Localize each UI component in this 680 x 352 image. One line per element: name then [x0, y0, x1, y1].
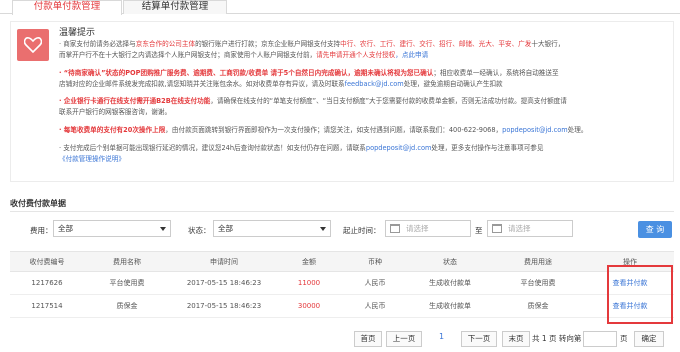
fee-select-value: 全部: [58, 224, 73, 233]
table-row: 1217514 质保金 2017-05-15 18:46:23 30000 人民…: [10, 294, 674, 318]
cell-status: 生成收付款单: [410, 271, 490, 295]
status-select[interactable]: 全部: [213, 220, 331, 237]
cell-purpose: 质保金: [490, 294, 586, 318]
status-select-value: 全部: [218, 224, 233, 233]
col-header: 收付费编号: [10, 251, 84, 272]
notice-line-5: · 企业银行卡通行在线支付需开通B2B在线支付功能，请确保在线支付的“单笔支付额…: [59, 97, 567, 105]
col-header: 金额: [278, 251, 340, 272]
fee-label: 费用：: [30, 226, 53, 235]
start-date-placeholder: 请选择: [406, 224, 429, 233]
cell-fee-name: 平台使用费: [84, 271, 170, 295]
chevron-down-icon: [160, 227, 166, 231]
cell-fee-name: 质保金: [84, 294, 170, 318]
feedback-email-link[interactable]: feedback@jd.com: [345, 80, 404, 88]
operation-guide-link[interactable]: 《付款管理操作说明》: [59, 155, 125, 163]
page-total-text: 共 1 页 转向第: [532, 334, 582, 343]
col-header: 币种: [340, 251, 410, 272]
popdeposit-email-link-2[interactable]: popdeposit@jd.com: [366, 144, 432, 152]
end-date-input[interactable]: 请选择: [487, 220, 573, 237]
page-unit-label: 页: [620, 334, 628, 343]
section-divider: [10, 211, 674, 212]
col-header: 状态: [410, 251, 490, 272]
tab-bar: 付款单付款管理 结算单付款管理: [0, 0, 680, 15]
section-title: 收付费付款单据: [10, 199, 66, 208]
cell-currency: 人民币: [340, 271, 410, 295]
col-header: 申请时间: [170, 251, 278, 272]
status-label: 状态：: [188, 226, 211, 235]
cell-time: 2017-05-15 18:46:23: [170, 271, 278, 295]
notice-line-1: · 商家支付前请务必选择与京东合作的公司主体的银行账户进行打款；京东企业账户网银…: [59, 40, 565, 48]
next-page-button[interactable]: 下一页: [461, 331, 497, 347]
highlight-box: [607, 265, 673, 324]
to-label: 至: [475, 226, 483, 235]
col-header: 费用用途: [490, 251, 586, 272]
cell-status: 生成收付款单: [410, 294, 490, 318]
notice-line-9: 《付款管理操作说明》: [59, 154, 125, 164]
cell-id: 1217514: [10, 294, 84, 318]
notice-line-2: 而掌开户行不在十大银行之内请选择个人账户网银支付；商家使用个人账户网银支付前，请…: [59, 51, 429, 59]
notice-title: 温馨提示: [59, 28, 96, 38]
tab-payment-order[interactable]: 付款单付款管理: [12, 0, 122, 15]
calendar-icon: [390, 224, 400, 233]
last-page-button[interactable]: 末页: [502, 331, 530, 347]
cell-currency: 人民币: [340, 294, 410, 318]
notice-line-3: · “待商家确认”状态的POP团购推广服务费、逾期费、工商罚款/收费单 请于5个…: [59, 69, 559, 77]
heart-icon: [17, 29, 49, 61]
notice-line-4: 店铺对应的企业邮件系统发完成扣款,请您知晓并关注账包余水。如对收费单存有异议，请…: [59, 80, 503, 88]
notice-line-6: 联系开户银行的网银客服咨询，谢谢。: [59, 108, 172, 116]
col-header: 费用名称: [84, 251, 170, 272]
confirm-button[interactable]: 确定: [634, 331, 664, 347]
notice-line-7: · 每笔收费单的支付有20次操作上限，由付款页面跳转到银行界面即视作为一次支付操…: [59, 126, 588, 134]
cell-amount: 30000: [278, 294, 340, 318]
notice-panel: 温馨提示 · 商家支付前请务必选择与京东合作的公司主体的银行账户进行打款；京东企…: [10, 21, 674, 182]
calendar-icon: [492, 224, 502, 233]
search-button[interactable]: 查 询: [638, 221, 672, 238]
cell-id: 1217626: [10, 271, 84, 295]
tab-settlement-order[interactable]: 结算单付款管理: [123, 0, 227, 14]
apply-link[interactable]: ，点此申请: [395, 51, 428, 59]
first-page-button[interactable]: 首页: [354, 331, 382, 347]
cell-purpose: 平台使用费: [490, 271, 586, 295]
table-row: 1217626 平台使用费 2017-05-15 18:46:23 11000 …: [10, 271, 674, 295]
time-label: 起止时间：: [343, 226, 381, 235]
end-date-placeholder: 请选择: [508, 224, 531, 233]
page-jump-input[interactable]: [583, 331, 617, 347]
chevron-down-icon: [320, 227, 326, 231]
payment-table: 收付费编号 费用名称 申请时间 金额 币种 状态 费用用途 操作 1217626…: [10, 251, 674, 318]
prev-page-button[interactable]: 上一页: [386, 331, 422, 347]
start-date-input[interactable]: 请选择: [385, 220, 471, 237]
cell-time: 2017-05-15 18:46:23: [170, 294, 278, 318]
notice-line-8: · 支付完成后个别单据可能出现银行延迟的情况，建议您24h后查询付款状态！如支付…: [59, 144, 544, 152]
current-page[interactable]: 1: [439, 332, 444, 341]
cell-amount: 11000: [278, 271, 340, 295]
table-header-row: 收付费编号 费用名称 申请时间 金额 币种 状态 费用用途 操作: [10, 251, 674, 272]
popdeposit-email-link[interactable]: popdeposit@jd.com: [502, 126, 568, 134]
fee-select[interactable]: 全部: [53, 220, 171, 237]
